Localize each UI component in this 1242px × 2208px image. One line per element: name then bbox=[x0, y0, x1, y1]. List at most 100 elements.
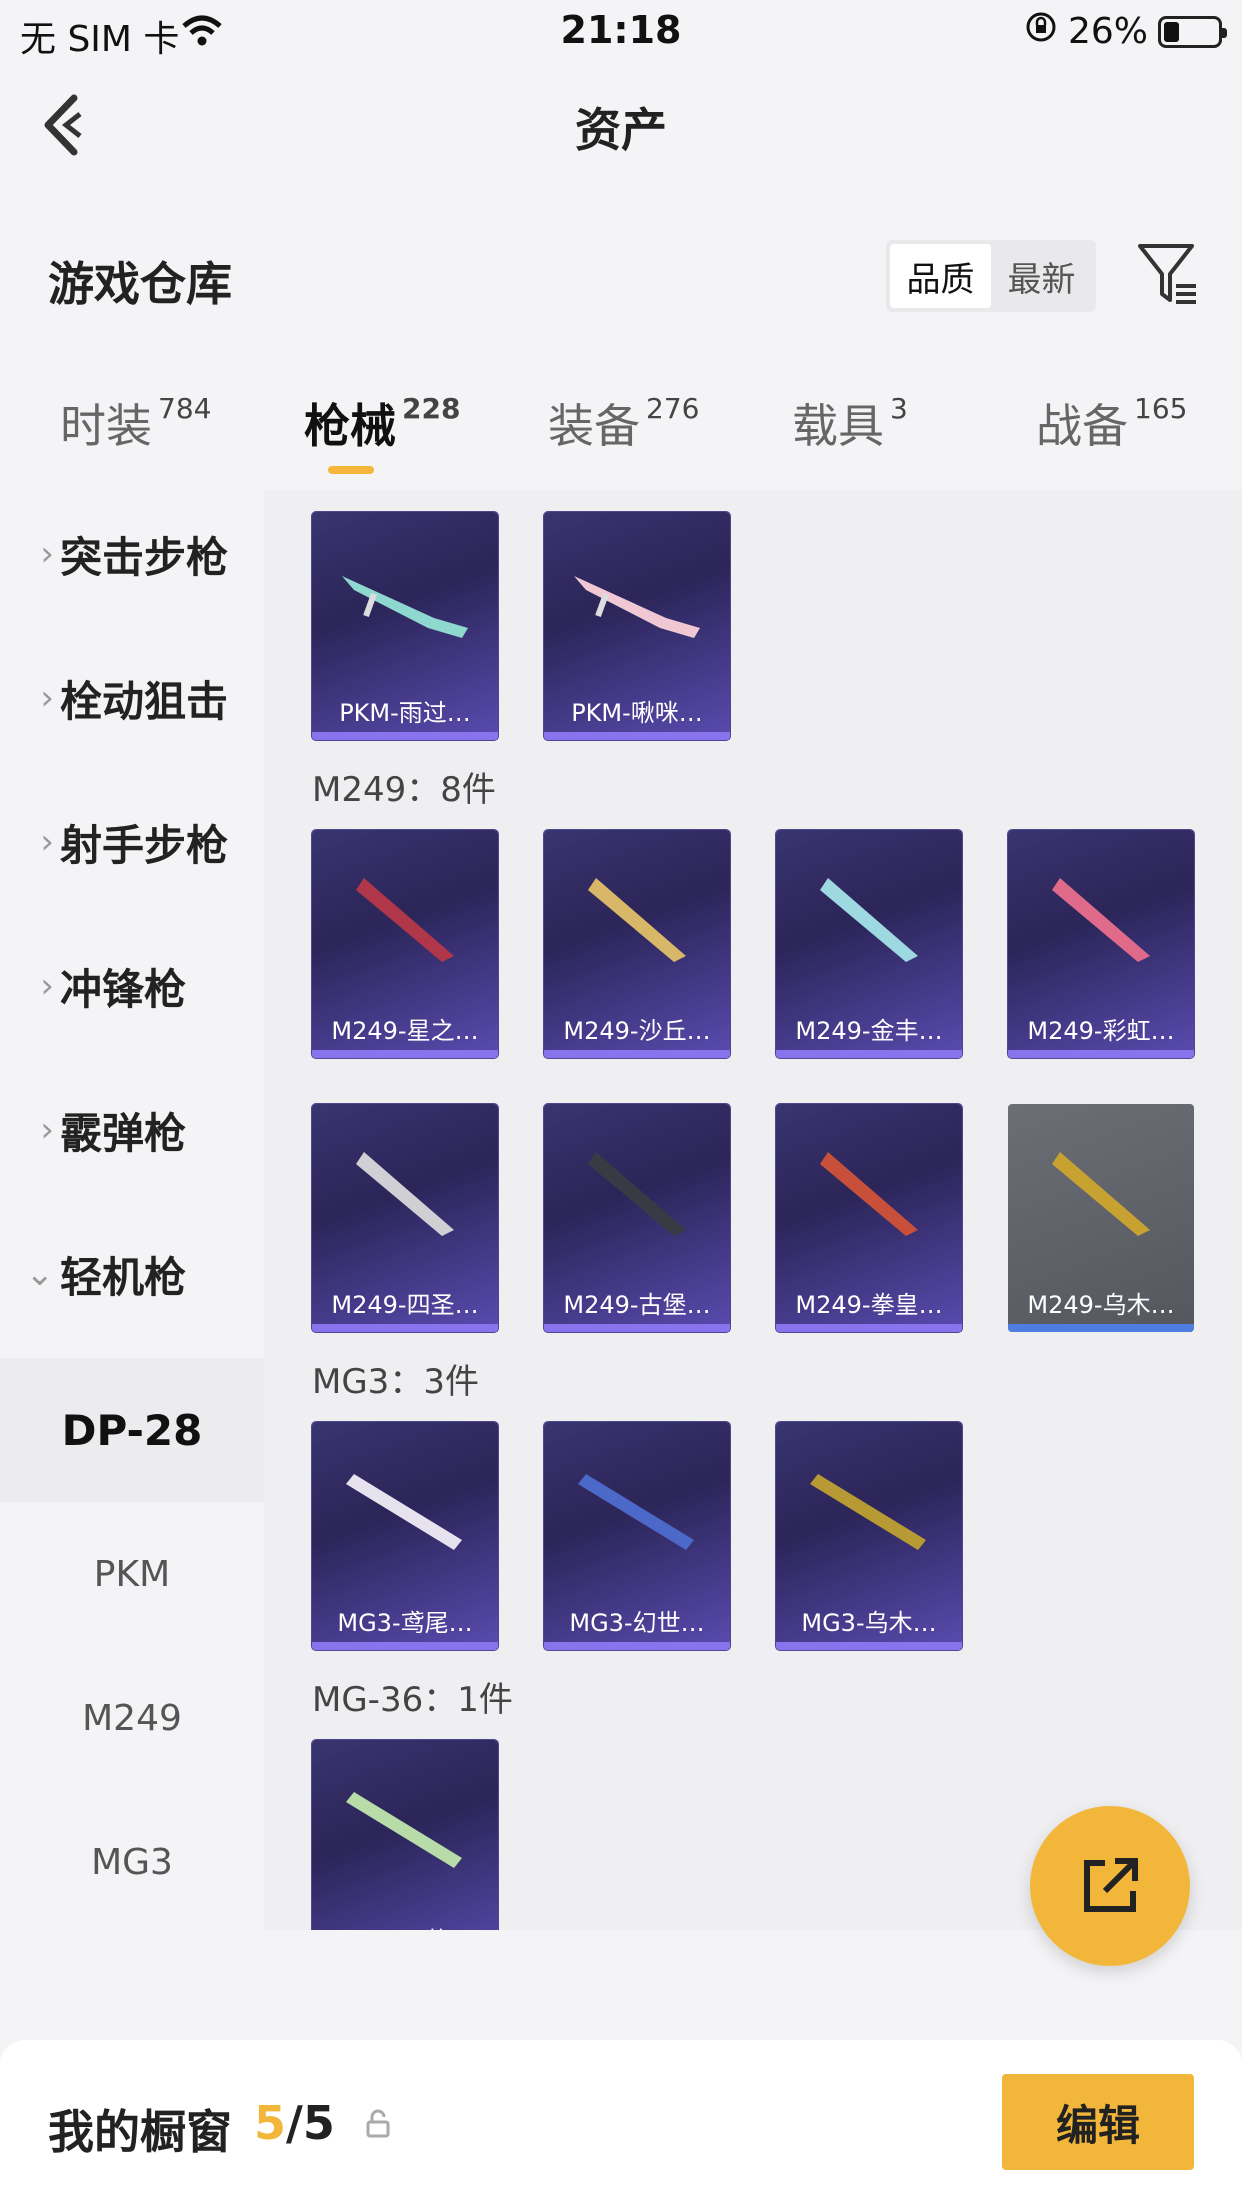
sidebar-item-assault-rifle[interactable]: › 突击步枪 bbox=[0, 504, 264, 604]
showcase-footer: 我的橱窗 5/5 编辑 bbox=[0, 2040, 1242, 2208]
weapon-image bbox=[346, 1792, 462, 1868]
nav-bar: 资产 bbox=[0, 80, 1242, 170]
chevron-right-icon: › bbox=[40, 678, 54, 718]
weapon-name: PKM-啾咪… bbox=[571, 699, 703, 727]
status-bar: 无 SIM 卡 21:18 26% bbox=[0, 0, 1242, 64]
showcase-count-total: /5 bbox=[286, 2096, 335, 2150]
weapon-card[interactable]: MG3-幻世… bbox=[544, 1422, 730, 1650]
sidebar-item-label: 冲锋枪 bbox=[60, 964, 187, 1014]
weapon-image bbox=[820, 1152, 918, 1236]
tab-label: 装备 bbox=[548, 399, 640, 453]
weapon-name: PKM-雨过… bbox=[339, 699, 471, 727]
sort-newest[interactable]: 最新 bbox=[991, 244, 1092, 308]
sidebar-sub-dp28[interactable]: DP-28 bbox=[0, 1358, 264, 1502]
sidebar-sub-mg3[interactable]: MG3 bbox=[0, 1790, 264, 1934]
sidebar-item-lmg[interactable]: ⌄ 轻机枪 bbox=[0, 1224, 264, 1324]
weapon-card[interactable]: M249-彩虹… bbox=[1008, 830, 1194, 1058]
weapon-image bbox=[810, 1474, 926, 1550]
tab-count: 276 bbox=[646, 392, 700, 425]
weapon-name: MG3-鸢尾… bbox=[337, 1609, 473, 1637]
sidebar-item-smg[interactable]: › 冲锋枪 bbox=[0, 936, 264, 1036]
weapon-card[interactable]: M249-乌木… bbox=[1008, 1104, 1194, 1332]
weapon-card[interactable]: M249-拳皇… bbox=[776, 1104, 962, 1332]
group-title: M249：8件 bbox=[312, 770, 496, 810]
weapon-card[interactable]: M249-四圣… bbox=[312, 1104, 498, 1332]
sidebar-item-label: 栓动狙击 bbox=[60, 676, 229, 726]
tab-label: 枪械 bbox=[304, 399, 396, 453]
chevron-right-icon: › bbox=[40, 822, 54, 862]
weapon-image bbox=[820, 878, 918, 962]
tab-equipment[interactable]: 装备 276 bbox=[548, 390, 699, 456]
sidebar-item-bolt-sniper[interactable]: › 栓动狙击 bbox=[0, 648, 264, 748]
tab-guns[interactable]: 枪械 228 bbox=[304, 390, 461, 474]
sidebar-sub-m249[interactable]: M249 bbox=[0, 1646, 264, 1790]
chevron-right-icon: › bbox=[40, 966, 54, 1006]
lock-icon bbox=[364, 2108, 392, 2144]
weapon-card[interactable]: M249-沙丘… bbox=[544, 830, 730, 1058]
sort-quality[interactable]: 品质 bbox=[890, 244, 991, 308]
weapon-card[interactable]: M249-星之… bbox=[312, 830, 498, 1058]
group-title: MG-36：1件 bbox=[312, 1680, 513, 1720]
weapon-image bbox=[588, 878, 686, 962]
weapon-name: M249-乌木… bbox=[1027, 1291, 1175, 1319]
filter-icon bbox=[1138, 244, 1196, 304]
weapon-card[interactable]: MG3-乌木… bbox=[776, 1422, 962, 1650]
weapon-image bbox=[574, 576, 700, 638]
edit-button[interactable]: 编辑 bbox=[1002, 2074, 1194, 2170]
weapon-card[interactable]: PKM-雨过… bbox=[312, 512, 498, 740]
sidebar-item-label: 霰弹枪 bbox=[60, 1108, 187, 1158]
weapon-name: MG3-幻世… bbox=[569, 1609, 705, 1637]
battery-percent: 26% bbox=[1067, 11, 1148, 52]
tab-count: 165 bbox=[1134, 392, 1188, 425]
tab-indicator bbox=[328, 466, 374, 474]
tab-label: 战备 bbox=[1036, 399, 1128, 453]
share-button[interactable] bbox=[1030, 1806, 1190, 1966]
weapon-name: M249-四圣… bbox=[331, 1291, 479, 1319]
sidebar-item-dmr[interactable]: › 射手步枪 bbox=[0, 792, 264, 892]
tab-fashion[interactable]: 时装 784 bbox=[60, 390, 211, 456]
tab-count: 784 bbox=[158, 392, 212, 425]
weapon-name: M249-金丰… bbox=[795, 1017, 943, 1045]
weapon-card[interactable]: MG3-鸢尾… bbox=[312, 1422, 498, 1650]
weapon-image bbox=[342, 576, 468, 638]
category-tabs: 时装 784 枪械 228 装备 276 载具 3 战备 165 bbox=[0, 390, 1242, 490]
tab-label: 时装 bbox=[60, 399, 152, 453]
weapon-name: M249-彩虹… bbox=[1027, 1017, 1175, 1045]
tab-supplies[interactable]: 战备 165 bbox=[1036, 390, 1187, 456]
sidebar-item-label: 轻机枪 bbox=[60, 1252, 187, 1302]
weapon-card[interactable]: M249-古堡… bbox=[544, 1104, 730, 1332]
tab-vehicles[interactable]: 载具 3 bbox=[792, 390, 908, 456]
weapon-image bbox=[356, 878, 454, 962]
sort-toggle: 品质 最新 bbox=[886, 240, 1096, 312]
sidebar-sub-pkm[interactable]: PKM bbox=[0, 1502, 264, 1646]
weapon-name: MG3-乌木… bbox=[801, 1609, 937, 1637]
warehouse-title: 游戏仓库 bbox=[48, 257, 232, 311]
weapon-card[interactable]: MG-36-蒙… bbox=[312, 1740, 498, 1930]
tab-count: 228 bbox=[402, 392, 461, 425]
group-title: MG3：3件 bbox=[312, 1362, 479, 1402]
battery-icon bbox=[1158, 15, 1227, 48]
showcase-count: 5/5 bbox=[254, 2096, 335, 2150]
weapon-image bbox=[356, 1152, 454, 1236]
tab-label: 载具 bbox=[792, 399, 884, 453]
filter-button[interactable] bbox=[1136, 240, 1202, 308]
weapon-card[interactable]: M249-金丰… bbox=[776, 830, 962, 1058]
weapon-sidebar: › 突击步枪 › 栓动狙击 › 射手步枪 › 冲锋枪 › 霰弹枪 ⌄ 轻机枪 DP-28 P… bbox=[0, 490, 264, 1930]
weapon-name: MG-36-蒙… bbox=[312, 1921, 498, 1930]
weapon-image bbox=[346, 1474, 462, 1550]
sidebar-item-label: 射手步枪 bbox=[60, 820, 229, 870]
weapon-image bbox=[1052, 878, 1150, 962]
weapon-name: M249-星之… bbox=[331, 1017, 479, 1045]
chevron-right-icon: › bbox=[40, 1110, 54, 1150]
sidebar-item-shotgun[interactable]: › 霰弹枪 bbox=[0, 1080, 264, 1180]
share-icon bbox=[1084, 1858, 1138, 1912]
weapon-card[interactable]: PKM-啾咪… bbox=[544, 512, 730, 740]
weapon-name: M249-沙丘… bbox=[563, 1017, 711, 1045]
chevron-down-icon: ⌄ bbox=[25, 1254, 55, 1294]
showcase-count-current: 5 bbox=[254, 2096, 287, 2150]
warehouse-header: 游戏仓库 品质 最新 bbox=[48, 240, 1202, 312]
showcase-title: 我的橱窗 bbox=[48, 2105, 232, 2159]
weapon-image bbox=[588, 1152, 686, 1236]
tab-count: 3 bbox=[890, 392, 908, 425]
page-title: 资产 bbox=[575, 103, 667, 157]
